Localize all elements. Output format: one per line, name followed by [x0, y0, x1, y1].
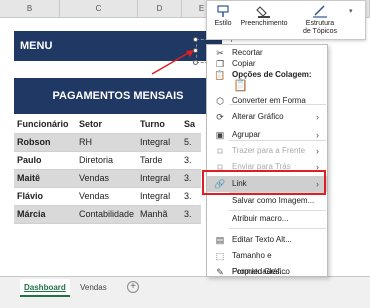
chevron-down-icon[interactable]: ▾: [349, 7, 353, 15]
table-cell[interactable]: Márcia: [14, 205, 76, 224]
menu-item-edit-alt-text[interactable]: ▤ Editar Texto Alt...: [207, 232, 327, 248]
table-cell[interactable]: Maitê: [14, 169, 76, 188]
outline-label-line1: Estrutura: [305, 20, 335, 27]
table-row: Márcia Contabilidade Manhã 3.: [14, 205, 202, 224]
chevron-right-icon: ›: [316, 112, 319, 122]
table-cell[interactable]: Tarde: [137, 151, 182, 170]
menu-item-label: Salvar como Imagem...: [232, 196, 315, 205]
fill-button[interactable]: Preenchimento: [237, 4, 291, 28]
payments-banner: PAGAMENTOS MENSAIS: [14, 78, 222, 114]
payments-table: Funcionário Setor Turno Sa Robson RH Int…: [14, 115, 202, 224]
add-sheet-button[interactable]: +: [127, 281, 139, 293]
resize-handle[interactable]: [193, 37, 198, 42]
pen-icon: [312, 4, 328, 18]
table-cell[interactable]: Manhã: [137, 205, 182, 224]
table-cell[interactable]: Diretoria: [76, 151, 138, 170]
table-cell[interactable]: 5.: [181, 133, 202, 152]
menu-item-label: Converter em Forma: [232, 96, 306, 105]
table-cell[interactable]: Vendas: [76, 169, 138, 188]
table-header: Setor: [76, 115, 138, 134]
format-graphic-icon: ✎: [216, 267, 224, 277]
menu-item-bring-front[interactable]: ⧉ Trazer para a Frente ›: [207, 143, 327, 159]
table-cell[interactable]: 3.: [181, 205, 202, 224]
size-properties-icon: ⬚: [215, 251, 225, 261]
style-button[interactable]: Estilo: [209, 4, 237, 28]
table-cell[interactable]: Flávio: [14, 187, 76, 206]
column-header-c[interactable]: C: [60, 0, 138, 18]
menu-item-save-image[interactable]: Salvar como Imagem...: [207, 193, 327, 209]
separator: [229, 228, 326, 229]
table-row: Paulo Diretoria Tarde 3.: [14, 151, 202, 170]
table-cell[interactable]: 3.: [181, 187, 202, 206]
outline-button[interactable]: Estrutura de Tópicos: [291, 4, 349, 36]
paint-bucket-icon: [256, 4, 272, 18]
table-cell[interactable]: 3.: [181, 151, 202, 170]
context-menu: ✂ Recortar ❐ Copiar 📋 Opções de Colagem:…: [206, 44, 328, 277]
change-graphic-icon: ⟳: [216, 112, 224, 122]
table-cell[interactable]: RH: [76, 133, 138, 152]
red-arrow-icon: [151, 50, 194, 75]
menu-item-size-properties[interactable]: ⬚ Tamanho e Propriedades...: [207, 248, 327, 276]
menu-item-label: Editar Texto Alt...: [232, 235, 292, 244]
alt-text-icon: ▤: [215, 235, 225, 245]
style-label: Estilo: [214, 20, 232, 27]
paste-icon: 📋: [233, 78, 248, 92]
menu-item-label: Agrupar: [232, 130, 261, 139]
highlight-box: [202, 170, 326, 195]
table-row: Maitê Vendas Integral 3.: [14, 169, 202, 188]
mini-toolbar: Estilo Preenchimento Estrutura de Tópico…: [206, 0, 366, 40]
group-icon: ▣: [215, 130, 225, 140]
bring-front-icon: ⧉: [216, 146, 224, 156]
outline-label-line2: de Tópicos: [302, 28, 338, 35]
brush-icon: [215, 4, 231, 18]
table-cell[interactable]: 3.: [181, 169, 202, 188]
menu-item-label: Formato Gráfico: [232, 267, 290, 276]
menu-item-convert-shape[interactable]: ⬡ Converter em Forma: [207, 93, 327, 109]
menu-item-format-graphic[interactable]: ✎ Formato Gráfico: [207, 264, 327, 280]
column-header-b[interactable]: B: [0, 0, 60, 18]
table-header: Funcionário: [14, 115, 76, 134]
chevron-right-icon: ›: [316, 146, 319, 156]
table-cell[interactable]: Contabilidade: [76, 205, 138, 224]
table-header: Sa: [181, 115, 202, 134]
menu-item-label: Atribuir macro...: [232, 214, 289, 223]
menu-item-label: Alterar Gráfico: [232, 112, 284, 121]
sheet-tabs-bar: Dashboard Vendas +: [0, 276, 370, 308]
table-header: Turno: [137, 115, 182, 134]
chevron-right-icon: ›: [316, 130, 319, 140]
table-row: Flávio Vendas Integral 3.: [14, 187, 202, 206]
table-row: Robson RH Integral 5.: [14, 133, 202, 152]
fill-label: Preenchimento: [240, 20, 288, 27]
table-cell[interactable]: Paulo: [14, 151, 76, 170]
table-header-row: Funcionário Setor Turno Sa: [14, 115, 202, 134]
menu-item-group[interactable]: ▣ Agrupar ›: [207, 127, 327, 143]
convert-shape-icon: ⬡: [216, 96, 224, 106]
menu-item-assign-macro[interactable]: Atribuir macro...: [207, 211, 327, 227]
table-cell[interactable]: Robson: [14, 133, 76, 152]
menu-item-label: Trazer para a Frente: [232, 146, 306, 155]
column-header-d[interactable]: D: [138, 0, 182, 18]
table-cell[interactable]: Integral: [137, 133, 182, 152]
sheet-tab-vendas[interactable]: Vendas: [76, 279, 111, 297]
table-cell[interactable]: Vendas: [76, 187, 138, 206]
table-cell[interactable]: Integral: [137, 187, 182, 206]
sheet-tab-dashboard[interactable]: Dashboard: [20, 279, 70, 297]
menu-item-change-graphic[interactable]: ⟳ Alterar Gráfico ›: [207, 109, 327, 125]
table-cell[interactable]: Integral: [137, 169, 182, 188]
